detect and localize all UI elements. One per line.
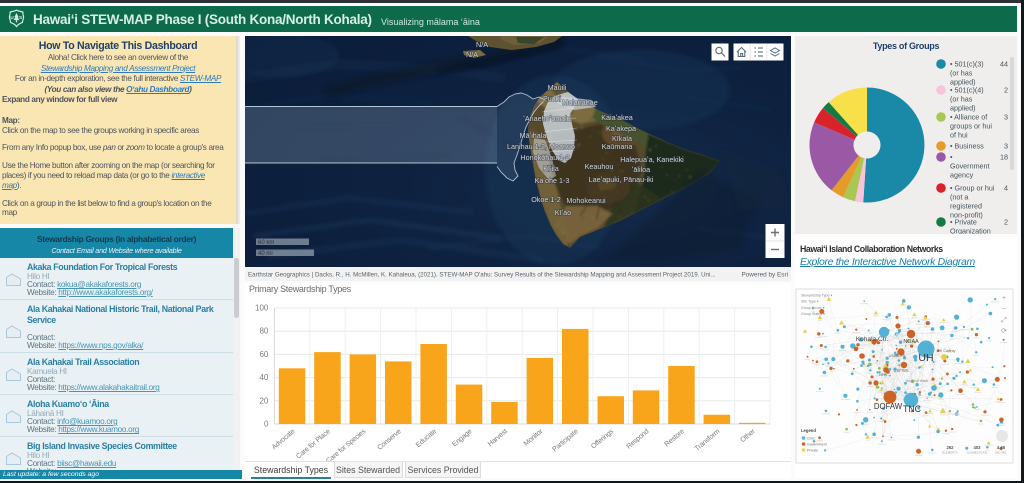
- svg-text:NOAA: NOAA: [903, 339, 919, 345]
- svg-text:AVG REL: AVG REL: [995, 451, 1007, 455]
- svg-text:Government: Government: [807, 443, 827, 447]
- svg-text:20: 20: [259, 396, 268, 405]
- svg-text:Puaki: Puaki: [543, 94, 561, 103]
- svg-text:4.46: 4.46: [997, 445, 1006, 450]
- svg-text:⤢: ⤢: [1001, 317, 1007, 324]
- svg-text:U: U: [10, 15, 14, 20]
- svg-text:ʻāliloa: ʻāliloa: [632, 165, 650, 174]
- svg-text:Kīʻila: Kīʻila: [543, 164, 559, 173]
- svg-text:Mauili: Mauili: [548, 83, 567, 92]
- svg-text:Private: Private: [807, 449, 818, 453]
- svg-text:3: 3: [1004, 113, 1008, 122]
- svg-text:N/A: N/A: [466, 50, 478, 59]
- svg-text:USFWS: USFWS: [893, 368, 908, 373]
- svg-text:80: 80: [259, 327, 268, 336]
- svg-text:Earthstar Geographics | Dacks,: Earthstar Geographics | Dacks, R., H. Mc…: [248, 272, 716, 279]
- svg-text:ELEMENTS: ELEMENTS: [942, 451, 957, 455]
- svg-text:HI County: HI County: [939, 349, 956, 353]
- svg-text:Laeʻapuki, Pānau-iki: Laeʻapuki, Pānau-iki: [589, 175, 654, 184]
- svg-text:Kohala Ctr.: Kohala Ctr.: [856, 336, 889, 343]
- svg-text:Halepuaʻa, Kanekiki: Halepuaʻa, Kanekiki: [620, 155, 684, 164]
- svg-text:DOFAW: DOFAW: [874, 402, 903, 411]
- svg-text:S: S: [19, 15, 22, 20]
- svg-text:Ho. Bd of Water: Ho. Bd of Water: [906, 379, 929, 383]
- svg-text:CONNECTIONS: CONNECTIONS: [967, 451, 988, 455]
- svg-text:Mohokeanui: Mohokeanui: [566, 196, 606, 205]
- svg-text:Kaʻakepa: Kaʻakepa: [606, 124, 636, 133]
- svg-text:USDA-FS: USDA-FS: [889, 354, 906, 358]
- svg-text:Group Status ▾: Group Status ▾: [801, 312, 825, 316]
- svg-text:NPS: NPS: [879, 373, 887, 377]
- svg-text:Okoe 1-2: Okoe 1-2: [531, 195, 561, 204]
- svg-text:Māʻihala: Māʻihala: [520, 131, 547, 140]
- svg-text:18: 18: [1000, 153, 1008, 162]
- svg-text:⟳: ⟳: [1001, 328, 1007, 335]
- svg-text:+: +: [1002, 295, 1006, 302]
- svg-text:• 501(c)(3): • 501(c)(3): [950, 60, 984, 69]
- svg-text:of hui: of hui: [950, 131, 968, 140]
- svg-text:Organization: Organization: [950, 227, 991, 235]
- svg-text:2: 2: [1004, 218, 1008, 227]
- svg-text:3: 3: [1004, 142, 1008, 151]
- svg-text:Civic: Civic: [807, 437, 815, 441]
- svg-text:applied): applied): [950, 104, 976, 113]
- svg-text:Group Focus ▾: Group Focus ▾: [801, 306, 825, 310]
- svg-text:2: 2: [1004, 86, 1008, 95]
- svg-text:TNC: TNC: [903, 404, 922, 414]
- svg-text:4: 4: [1004, 184, 1008, 193]
- svg-text:Kaʻohe 1-3: Kaʻohe 1-3: [535, 176, 570, 185]
- svg-text:Government: Government: [950, 162, 990, 171]
- svg-text:• 501(c)(4): • 501(c)(4): [950, 86, 984, 95]
- svg-text:Stewardship Type ▾: Stewardship Type ▾: [801, 294, 832, 298]
- svg-text:• Business: • Business: [950, 142, 984, 151]
- svg-text:UH: UH: [918, 352, 933, 364]
- svg-text:Powered by Esri: Powered by Esri: [741, 272, 788, 279]
- svg-text:registered: registered: [950, 202, 982, 211]
- svg-text:(not a: (not a: [950, 193, 968, 202]
- svg-text:Keauhou: Keauhou: [585, 162, 614, 171]
- svg-text:0: 0: [264, 420, 269, 429]
- svg-text:60 km: 60 km: [258, 240, 274, 246]
- svg-text:40 mi: 40 mi: [258, 251, 273, 257]
- svg-text:Kaiaʻakea: Kaiaʻakea: [601, 113, 633, 122]
- svg-text:−: −: [1002, 306, 1006, 313]
- svg-text:Honokōhau 1-2: Honokōhau 1-2: [520, 153, 569, 162]
- svg-text:Kīʻao: Kīʻao: [555, 208, 571, 217]
- svg-text:• Group or hui: • Group or hui: [950, 184, 995, 193]
- svg-text:groups or hui: groups or hui: [950, 122, 992, 131]
- svg-text:Malanahae: Malanahae: [562, 98, 598, 107]
- svg-text:Kaūmana: Kaūmana: [602, 142, 633, 151]
- svg-text:403: 403: [974, 445, 982, 450]
- svg-text:agency: agency: [950, 171, 974, 180]
- svg-text:Legend: Legend: [801, 428, 816, 433]
- svg-text:(or has: (or has: [950, 95, 973, 104]
- svg-text:Lanihau 1-2, Moanuo: Lanihau 1-2, Moanuo: [507, 142, 575, 151]
- svg-text:44: 44: [1000, 60, 1008, 69]
- svg-text:ʻAnaehoʻomalu: ʻAnaehoʻomalu: [523, 114, 571, 123]
- svg-text:• Alliance of: • Alliance of: [950, 113, 987, 122]
- svg-text:100: 100: [255, 304, 269, 313]
- svg-text:262: 262: [947, 445, 955, 450]
- svg-text:40: 40: [259, 373, 268, 382]
- svg-text:60: 60: [259, 350, 268, 359]
- svg-text:(or has: (or has: [950, 69, 973, 78]
- svg-text:•: •: [950, 153, 953, 162]
- svg-text:• Private: • Private: [950, 218, 977, 227]
- svg-text:Primary Stewardship Types: Primary Stewardship Types: [249, 284, 352, 294]
- svg-text:Site Type ▾: Site Type ▾: [801, 300, 819, 304]
- svg-text:N/A: N/A: [476, 40, 488, 49]
